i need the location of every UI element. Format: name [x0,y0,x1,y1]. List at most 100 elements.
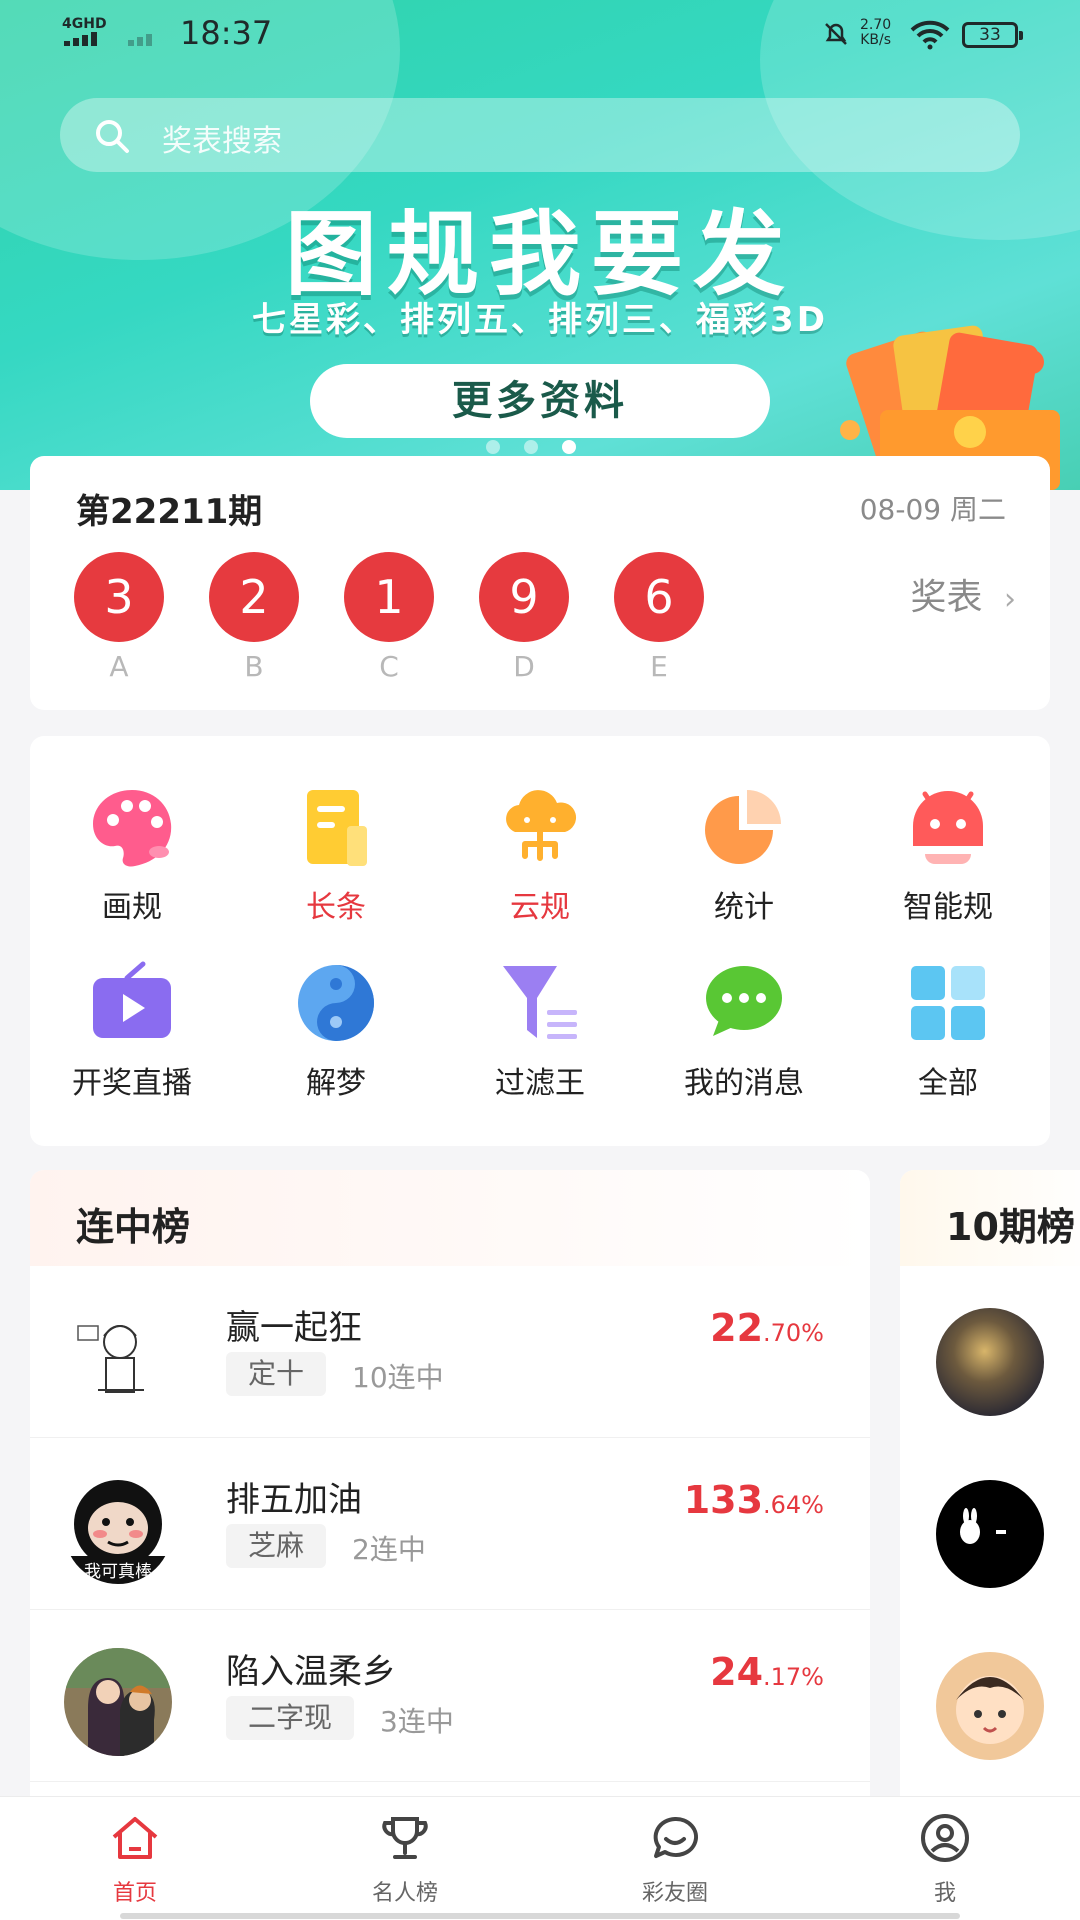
chat-bubble-icon [699,958,789,1048]
draw-ball-label: A [109,650,129,683]
draw-ball-label: B [244,650,264,683]
nav-item[interactable]: 首页 [0,1797,270,1920]
nav-item[interactable]: 名人榜 [270,1797,540,1920]
document-icon [291,782,381,872]
search-placeholder: 奖表搜索 [162,124,282,159]
avatar[interactable]: 我可真棒 [64,1476,172,1584]
function-item[interactable]: 解梦 [234,958,438,1128]
network-speed: 2.70 KB/s [860,18,891,48]
nav-item[interactable]: 彩友圈 [540,1797,810,1920]
function-label: 智能规 [903,890,993,925]
ranking-row[interactable]: 我可真棒 排五加油 芝麻 2连中 133.64% [30,1438,870,1610]
function-item[interactable]: 统计 [642,782,846,952]
pie-chart-icon [699,782,789,872]
hit-rate-dec: .70% [763,1319,824,1347]
hit-rate-int: 24 [710,1650,764,1694]
prize-chart-link[interactable]: 奖表 › [911,568,1016,620]
ranking-title: 连中榜 [76,1205,191,1249]
function-item[interactable]: 开奖直播 [30,958,234,1128]
prize-chart-label: 奖表 [910,577,983,618]
avatar[interactable] [936,1480,1044,1588]
nav-label: 名人榜 [371,1881,438,1906]
draw-ball: 1 [344,552,434,642]
user-name: 排五加油 [226,1480,362,1520]
function-item[interactable]: 全部 [846,958,1050,1128]
ranking-row[interactable]: 陷入温柔乡 二字现 3连中 24.17% [30,1610,870,1782]
draw-ball: 6 [614,552,704,642]
function-item[interactable]: 过滤王 [438,958,642,1128]
user-icon [918,1811,972,1865]
bottom-nav: 首页 名人榜 彩友圈 我 [0,1796,1080,1920]
latest-draw-card: 第22211期 08-09 周二 3 A 2 B 1 C 9 D 6 E 奖表 › [30,456,1050,710]
cloud-icon [495,782,585,872]
search-bar[interactable]: 奖表搜索 [60,98,1020,172]
draw-ball: 3 [74,552,164,642]
function-label: 画规 [102,890,162,925]
function-item[interactable]: 长条 [234,782,438,952]
avatar[interactable] [936,1308,1044,1416]
function-item[interactable]: 云规 [438,782,642,952]
hit-rate: 22.70% [710,1306,824,1350]
function-label: 过滤王 [495,1066,585,1101]
chat-icon [648,1811,702,1865]
home-icon [108,1811,162,1865]
home-screen: 4GHD 18:37 2.70 KB/s 33 奖表搜索 图规我要发 七星彩、排… [0,0,1080,1920]
ranking2-title: 10期榜 [946,1205,1075,1249]
banner-pagination [486,440,596,456]
sketch-avatar-icon [64,1304,172,1412]
ranking-row[interactable]: 赢一起狂 定十 10连中 22.70% [30,1266,870,1438]
streak-ranking: 连中榜 赢一起狂 定十 10连中 22.70% 我可真棒 排五加油 芝麻 2连中 133.64%… [30,1170,870,1810]
couple-photo-icon [64,1648,172,1756]
hit-rate: 133.64% [684,1478,824,1522]
draw-ball-label: E [650,650,668,683]
function-item[interactable]: 智能规 [846,782,1050,952]
meme-face-icon: 我可真棒 [64,1476,172,1584]
draw-ball-label: D [513,650,535,683]
network-type: 4GHD [62,16,107,32]
streak-count: 2连中 [352,1533,426,1566]
more-info-button[interactable]: 更多资料 [310,364,770,438]
ten-issue-ranking[interactable]: 10期榜 [900,1170,1080,1810]
hit-rate-dec: .64% [763,1491,824,1519]
draw-numbers: 3 A 2 B 1 C 9 D 6 E [74,552,774,692]
function-label: 长条 [306,890,366,925]
user-name: 赢一起狂 [226,1308,362,1348]
nav-label: 彩友圈 [641,1881,708,1906]
draw-ball: 2 [209,552,299,642]
battery-icon: 33 [962,22,1023,48]
draw-issue: 第22211期 [76,492,263,532]
grid-icon [903,958,993,1048]
avatar[interactable] [64,1304,172,1412]
function-label: 统计 [714,890,774,925]
function-label: 开奖直播 [72,1066,192,1101]
cartoon-face-icon [956,1676,1024,1744]
draw-date: 08-09 周二 [859,493,1006,526]
yin-yang-icon [291,958,381,1048]
avatar[interactable] [64,1648,172,1756]
play-type-tag: 二字现 [226,1696,355,1740]
promo-banner[interactable]: 4GHD 18:37 2.70 KB/s 33 奖表搜索 图规我要发 七星彩、排… [0,0,1080,490]
avatar-caption: 我可真棒 [84,1562,152,1582]
function-label: 云规 [510,890,570,925]
avatar[interactable] [936,1652,1044,1760]
hit-rate-int: 22 [710,1306,764,1350]
hit-rate-dec: .17% [763,1663,824,1691]
hit-rate-int: 133 [683,1478,764,1522]
draw-ball: 9 [479,552,569,642]
rabbit-icon [960,1508,1006,1544]
play-type-tag: 芝麻 [226,1524,327,1568]
signal-icon [64,32,108,46]
streak-count: 10连中 [352,1361,444,1394]
function-item[interactable]: 我的消息 [642,958,846,1128]
function-item[interactable]: 画规 [30,782,234,952]
nav-label: 首页 [112,1881,157,1906]
signal-2-icon [128,26,164,46]
speed-unit: KB/s [860,32,891,48]
function-grid: 画规 长条 云规 统计 智能规开奖直播 解梦 过滤王 我的消息 全部 [30,736,1050,1146]
robot-icon [903,782,993,872]
search-icon [96,120,129,153]
user-name: 陷入温柔乡 [226,1652,396,1692]
mute-bell-icon [825,23,847,45]
filter-icon [495,958,585,1048]
nav-item[interactable]: 我 [810,1797,1080,1920]
